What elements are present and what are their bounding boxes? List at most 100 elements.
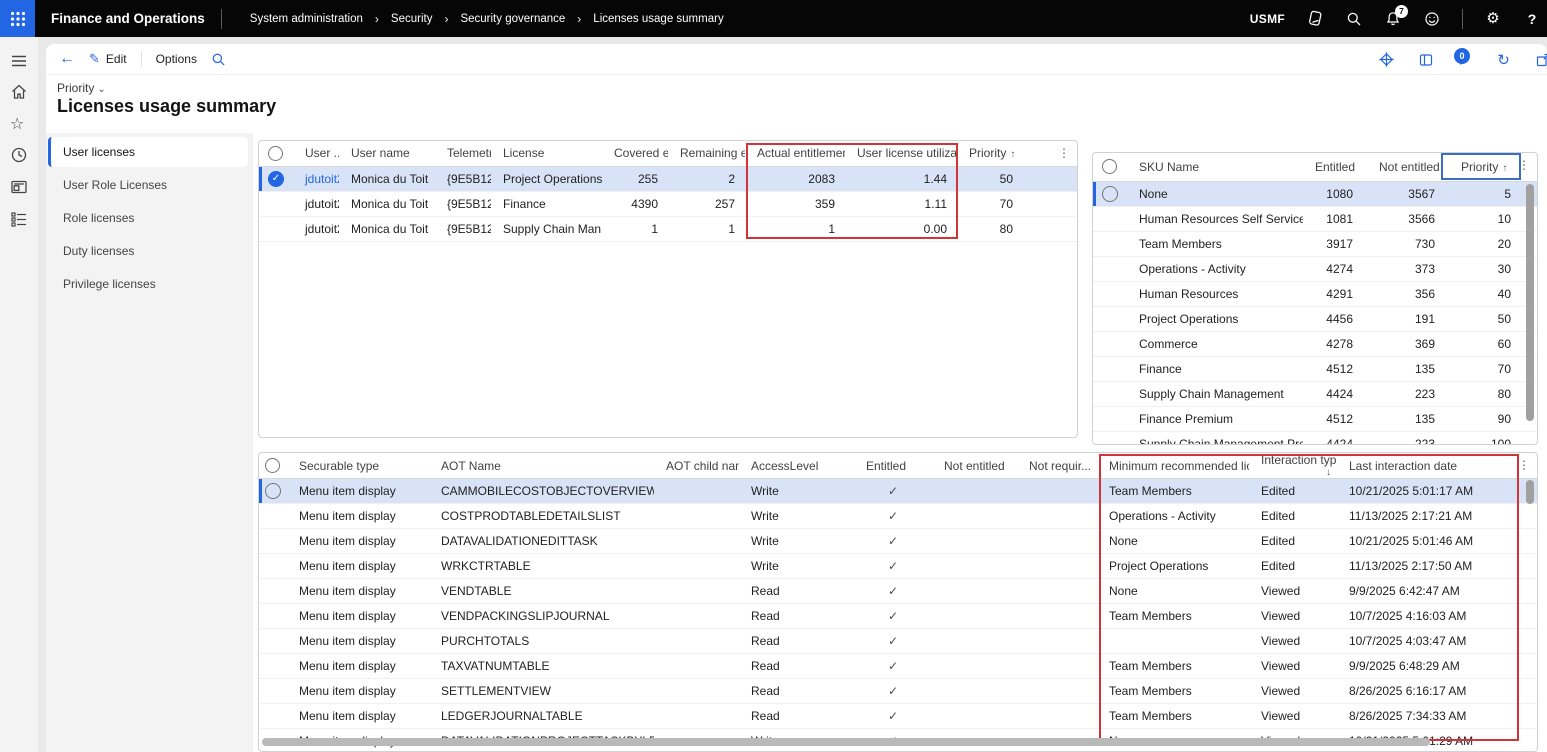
col-covered[interactable]: Covered entitl...	[602, 141, 668, 166]
grid-more-options-icon[interactable]: ⋮	[1058, 146, 1070, 160]
settings-gear-icon[interactable]: ⚙	[1484, 10, 1502, 28]
entitled-check-icon: ✓	[888, 634, 898, 648]
breadcrumb-item[interactable]: System administration	[250, 13, 363, 25]
col-minimum-recommended-license[interactable]: Minimum recommended license	[1097, 453, 1249, 479]
license-tab[interactable]: Role licenses	[48, 203, 248, 233]
cell-remaining: 257	[668, 191, 745, 216]
col-license[interactable]: License	[491, 141, 602, 166]
copilot-icon[interactable]	[1306, 10, 1324, 28]
col-utilization[interactable]: User license utilization (%)	[845, 141, 957, 166]
hamburger-menu-icon[interactable]	[10, 52, 28, 70]
grid-more-options-icon[interactable]: ⋮	[1518, 158, 1530, 172]
securable-object-row[interactable]: Menu item display DATAVALIDATIONEDITTASK…	[259, 529, 1537, 554]
col-entitled[interactable]: Entitled	[1303, 153, 1367, 181]
filter-funnel-icon[interactable]	[1096, 460, 1097, 471]
sku-row[interactable]: Commerce 4278 369 60	[1093, 331, 1537, 356]
recent-clock-icon[interactable]	[10, 146, 28, 164]
sku-row[interactable]: Human Resources Self Service 1081 3566 1…	[1093, 206, 1537, 231]
modules-list-icon[interactable]	[10, 210, 28, 228]
personalize-diamond-icon[interactable]	[1378, 51, 1395, 68]
sku-row[interactable]: Operations - Activity 4274 373 30	[1093, 256, 1537, 281]
select-all-circle[interactable]	[265, 458, 280, 473]
favorites-star-icon[interactable]: ☆	[10, 114, 28, 132]
notifications-bell-icon[interactable]: 7	[1384, 10, 1402, 28]
securable-object-row[interactable]: Menu item display CAMMOBILECOSTOBJECTOVE…	[259, 479, 1537, 504]
sku-row[interactable]: Supply Chain Management Pre... 4424 223 …	[1093, 431, 1537, 445]
breadcrumb-item[interactable]: Security	[391, 13, 433, 25]
sku-row[interactable]: Finance Premium 4512 135 90	[1093, 406, 1537, 431]
securable-object-row[interactable]: Menu item display WRKCTRTABLE Write ✓ Pr…	[259, 554, 1537, 579]
back-arrow-icon[interactable]: ←	[59, 50, 75, 68]
securable-object-row[interactable]: Menu item display TAXVATNUMTABLE Read ✓ …	[259, 654, 1537, 679]
sku-row[interactable]: Supply Chain Management 4424 223 80	[1093, 381, 1537, 406]
col-not-entitled[interactable]: Not entitled	[1367, 153, 1449, 181]
side-panel-icon[interactable]	[1417, 51, 1434, 68]
sku-row[interactable]: Finance 4512 135 70	[1093, 356, 1537, 381]
vertical-scrollbar[interactable]	[1526, 184, 1534, 421]
app-launcher-waffle-icon[interactable]	[0, 0, 35, 37]
securable-object-row[interactable]: Menu item display LEDGERJOURNALTABLE Rea…	[259, 704, 1537, 729]
horizontal-scrollbar[interactable]	[262, 738, 1430, 746]
col-not-required[interactable]: Not requir...	[1017, 453, 1097, 479]
col-actual-entitlements[interactable]: Actual entitlements	[745, 141, 845, 166]
grid-more-options-icon[interactable]: ⋮	[1518, 458, 1530, 472]
col-remaining[interactable]: Remaining ent...	[668, 141, 745, 166]
sku-row[interactable]: Project Operations 4456 191 50	[1093, 306, 1537, 331]
col-aot-name[interactable]: AOT Name	[429, 453, 654, 479]
col-priority[interactable]: Priority↑	[1449, 153, 1527, 181]
col-securable-type[interactable]: Securable type	[287, 453, 429, 479]
row-selector-circle[interactable]	[265, 483, 281, 499]
company-selector[interactable]: USMF	[1250, 12, 1285, 26]
sku-row[interactable]: None 1080 3567 5	[1093, 181, 1537, 206]
breadcrumb-item[interactable]: Security governance	[460, 13, 565, 25]
refresh-icon[interactable]: ↻	[1495, 51, 1512, 68]
col-access-level[interactable]: AccessLevel	[739, 453, 854, 479]
app-title[interactable]: Finance and Operations	[51, 11, 205, 26]
securable-object-row[interactable]: Menu item display SETTLEMENTVIEW Read ✓ …	[259, 679, 1537, 704]
license-tab[interactable]: User licenses	[48, 137, 248, 167]
col-telemetry[interactable]: Telemetry...	[435, 141, 491, 166]
cell-user-id[interactable]: jdutoit2	[293, 191, 339, 216]
securable-object-row[interactable]: Menu item display COSTPRODTABLEDETAILSLI…	[259, 504, 1537, 529]
open-in-new-window-icon[interactable]	[1534, 51, 1547, 68]
col-sku-name[interactable]: SKU Name	[1127, 153, 1303, 181]
workspaces-icon[interactable]	[10, 178, 28, 196]
col-interaction-type[interactable]: Interaction type↓	[1249, 453, 1337, 479]
row-selector-circle[interactable]	[1102, 186, 1118, 202]
securable-object-row[interactable]: Menu item display VENDTABLE Read ✓ None …	[259, 579, 1537, 604]
cell-user-id[interactable]: jdutoit2	[293, 216, 339, 241]
col-entitled[interactable]: Entitled	[854, 453, 932, 479]
breadcrumb-item-current[interactable]: Licenses usage summary	[593, 13, 723, 25]
license-tab[interactable]: Privilege licenses	[48, 269, 248, 299]
license-tab[interactable]: User Role Licenses	[48, 170, 248, 200]
col-last-interaction-date[interactable]: Last interaction date	[1337, 453, 1517, 479]
feedback-smiley-icon[interactable]	[1423, 10, 1441, 28]
select-all-circle[interactable]	[268, 146, 283, 161]
col-user-name[interactable]: User name	[339, 141, 435, 166]
sku-row[interactable]: Team Members 3917 730 20	[1093, 231, 1537, 256]
securable-object-row[interactable]: Menu item display VENDPACKINGSLIPJOURNAL…	[259, 604, 1537, 629]
cell-user-id[interactable]: jdutoit2	[293, 166, 339, 191]
message-center-icon[interactable]: 0	[1456, 51, 1473, 68]
priority-group-selector[interactable]: Priority⌄	[57, 81, 106, 95]
action-search-icon[interactable]	[211, 52, 226, 67]
options-button[interactable]: Options	[156, 52, 197, 66]
col-not-entitled[interactable]: Not entitled	[932, 453, 1017, 479]
edit-button[interactable]: ✎ Edit	[89, 51, 127, 67]
row-selector-circle[interactable]: ✓	[268, 171, 284, 187]
securable-object-row[interactable]: Menu item display PURCHTOTALS Read ✓ Vie…	[259, 629, 1537, 654]
home-icon[interactable]	[10, 83, 28, 101]
user-license-row[interactable]: ✓ jdutoit2 Monica du Toit {9E5B12... Sup…	[259, 216, 1077, 241]
cell-access-level: Write	[739, 554, 854, 579]
col-aot-child-name[interactable]: AOT child name	[654, 453, 739, 479]
col-user-id[interactable]: User ...	[293, 141, 339, 166]
user-license-row[interactable]: ✓ jdutoit2 Monica du Toit {9E5B12... Pro…	[259, 166, 1077, 191]
sku-row[interactable]: Human Resources 4291 356 40	[1093, 281, 1537, 306]
license-tab[interactable]: Duty licenses	[48, 236, 248, 266]
search-icon[interactable]	[1345, 10, 1363, 28]
vertical-scrollbar[interactable]	[1526, 480, 1534, 504]
col-priority[interactable]: Priority↑	[957, 141, 1039, 166]
select-all-circle[interactable]	[1102, 159, 1117, 174]
user-license-row[interactable]: ✓ jdutoit2 Monica du Toit {9E5B12... Fin…	[259, 191, 1077, 216]
help-icon[interactable]: ?	[1523, 10, 1541, 28]
